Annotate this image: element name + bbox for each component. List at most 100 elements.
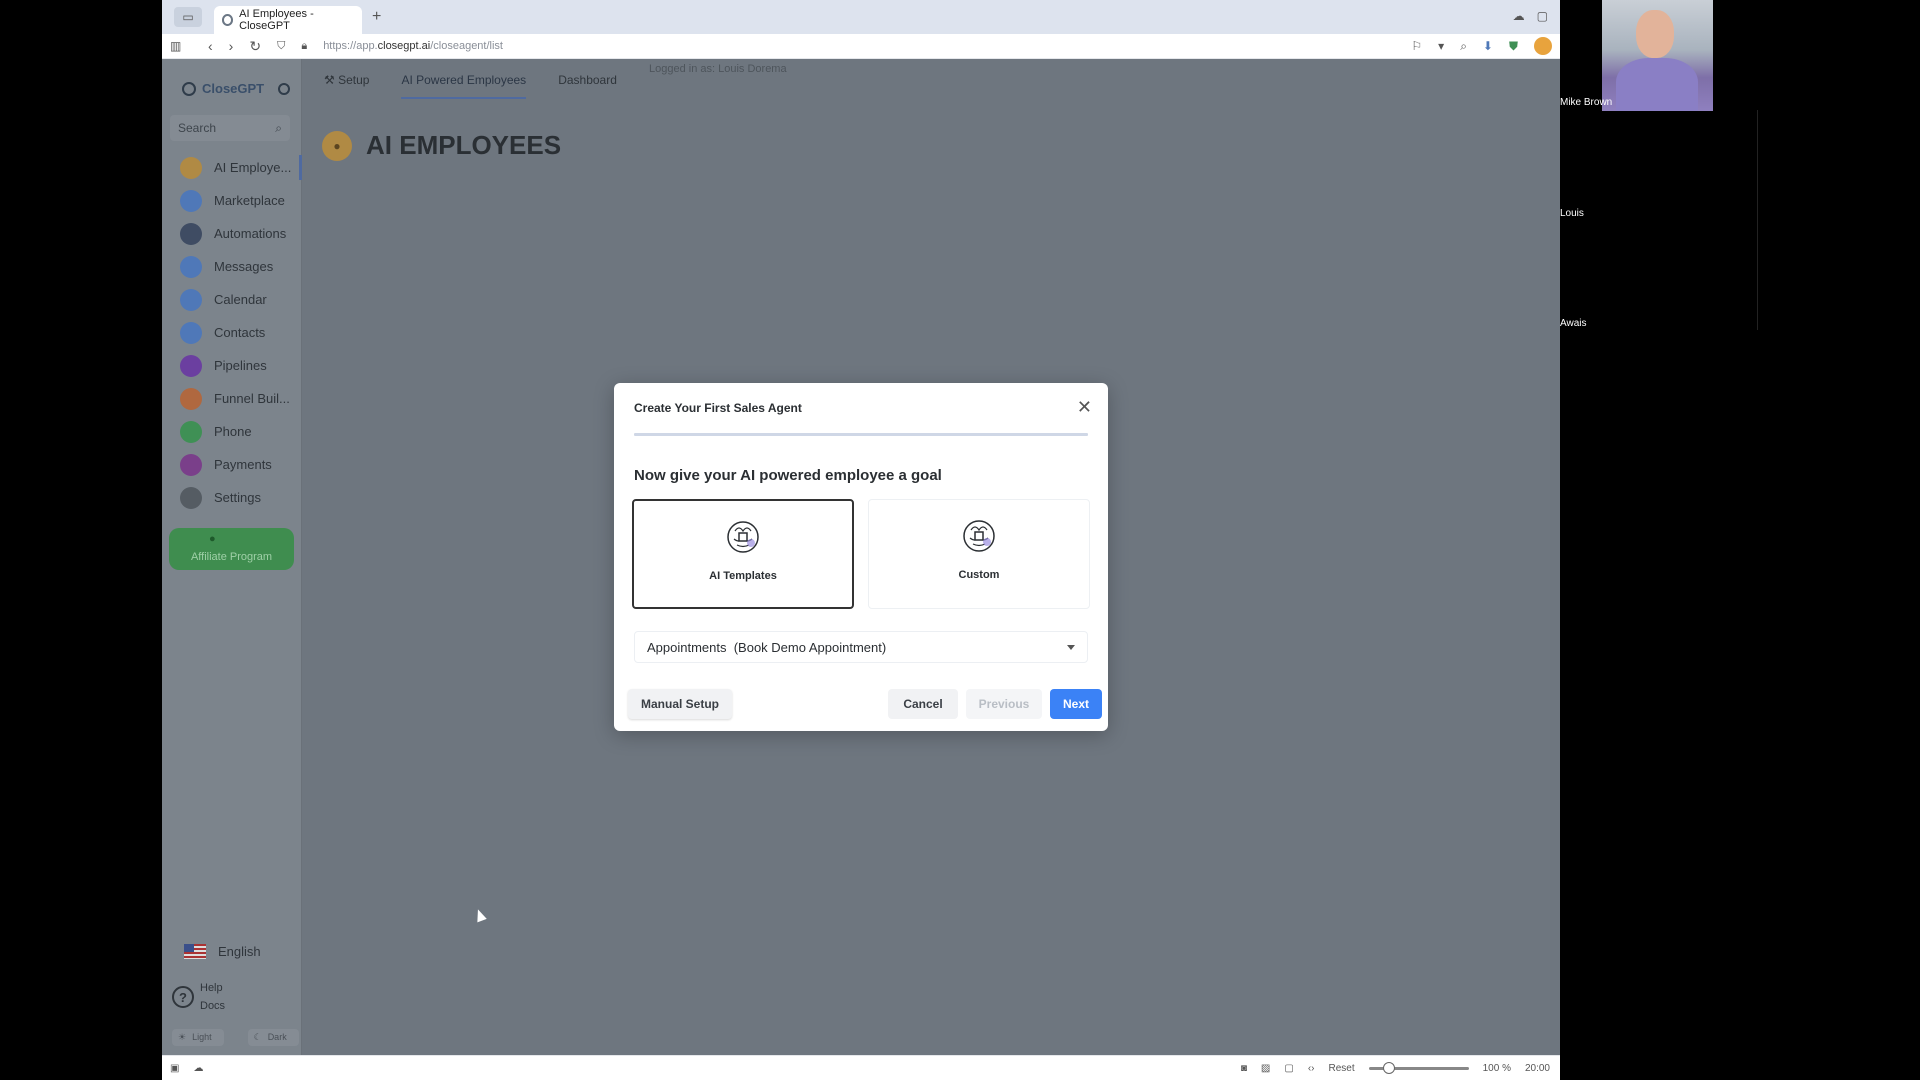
sidebar-item-5[interactable]: Contacts [162, 316, 302, 349]
dark-theme-button[interactable]: ☾ Dark [247, 1029, 299, 1046]
top-nav: ⚒ Setup AI Powered Employees Dashboard [324, 73, 617, 99]
person-body [1616, 58, 1698, 111]
message-icon [180, 255, 202, 278]
search-icon[interactable]: ⌕ [275, 121, 282, 136]
cloud-sync-icon[interactable]: ☁ [193, 1063, 203, 1074]
card-icon [180, 453, 202, 476]
tab-dashboard[interactable]: Dashboard [558, 73, 617, 99]
light-theme-button[interactable]: ☀ Light [172, 1029, 224, 1046]
sidebar-item-6[interactable]: Pipelines [162, 349, 302, 382]
url-field[interactable]: https://app.closegpt.ai/closeagent/list [323, 40, 503, 52]
sidebar-item-1[interactable]: Marketplace [162, 184, 302, 217]
url-prefix: https://app. [323, 40, 378, 52]
clock: 20:00 [1524, 1062, 1550, 1074]
back-icon[interactable]: ‹ [208, 38, 213, 54]
bookmark-icon[interactable]: ⚐ [1411, 39, 1422, 53]
settings-dot-icon[interactable] [278, 82, 291, 95]
sidebar-item-label: Automations [214, 226, 287, 241]
browser-tab[interactable]: AI Employees - CloseGPT [214, 6, 362, 34]
language-selector[interactable]: English [184, 944, 261, 959]
tab-ai-powered-employees[interactable]: AI Powered Employees [401, 73, 527, 99]
sidebar-item-2[interactable]: Automations [162, 217, 302, 250]
app-area: CloseGPT Search ⌕ AI Employe... Marketpla… [162, 59, 1560, 1055]
us-flag-icon [184, 944, 206, 959]
reload-icon[interactable]: ↻ [249, 38, 261, 55]
dollar-icon [180, 354, 202, 377]
dark-label: Dark [261, 1029, 293, 1045]
contacts-icon [180, 321, 202, 344]
modal-title: Create Your First Sales Agent [634, 401, 802, 415]
sidebar-item-0[interactable]: AI Employe... [162, 151, 302, 184]
panel-icon[interactable]: ▣ [170, 1063, 179, 1074]
status-bar: ▣ ☁ ◙ ▨ ▢ ‹› Reset 100 % 20:00 [162, 1055, 1560, 1080]
sidebar-item-label: AI Employe... [214, 160, 292, 175]
help-docs-link[interactable]: ? Help Docs [172, 979, 225, 1015]
participant-name: Louis [1560, 208, 1584, 219]
sidebar-item-8[interactable]: Phone [162, 415, 302, 448]
manual-setup-button[interactable]: Manual Setup [628, 689, 732, 719]
trash-icon[interactable]: ▢ [1537, 9, 1548, 23]
page-title-text: AI EMPLOYEES [366, 130, 562, 160]
goal-template-select[interactable]: Appointments (Book Demo Appointment) [634, 631, 1088, 663]
new-tab-button[interactable]: + [372, 8, 381, 26]
cloud-icon[interactable]: ☁ [1513, 9, 1525, 23]
search-input[interactable]: Search ⌕ [170, 115, 290, 141]
sidebar-item-label: Messages [214, 259, 274, 274]
sidebar-item-label: Marketplace [214, 193, 285, 208]
phone-icon [180, 420, 202, 443]
sidebar-item-9[interactable]: Payments [162, 448, 302, 481]
code-icon[interactable]: ‹› [1308, 1063, 1315, 1074]
custom-option[interactable]: Custom [868, 499, 1090, 609]
participant-tile [1560, 110, 1758, 220]
logo[interactable]: CloseGPT [182, 81, 291, 96]
setup-label: Setup [338, 73, 370, 87]
shield-icon[interactable]: ⛉ [277, 40, 285, 53]
image-icon[interactable]: ▨ [1261, 1063, 1270, 1074]
window-icon[interactable]: ▢ [1284, 1063, 1293, 1074]
tab-setup[interactable]: ⚒ Setup [324, 73, 369, 99]
sidebar-item-7[interactable]: Funnel Buil... [162, 382, 302, 415]
vpn-shield-icon[interactable]: ⛊ [1509, 39, 1518, 54]
ai-templates-option[interactable]: AI Templates [632, 499, 854, 609]
zoom-slider[interactable] [1368, 1061, 1469, 1074]
sidebar-toggle-icon[interactable]: ▥ [170, 39, 181, 53]
tab-title: AI Employees - CloseGPT [239, 8, 314, 32]
sidebar-item-label: Payments [214, 457, 272, 472]
progress-fill [634, 433, 1088, 436]
automation-icon [180, 222, 202, 245]
sidebar-item-4[interactable]: Calendar [162, 283, 302, 316]
close-icon[interactable]: ✕ [1077, 397, 1092, 418]
extension-icon[interactable]: ⬇ [1483, 39, 1493, 53]
cancel-button[interactable]: Cancel [888, 689, 958, 719]
favicon-icon [222, 14, 234, 26]
affiliate-program-button[interactable]: ● Affiliate Program [169, 528, 294, 570]
funnel-icon [180, 387, 202, 410]
sidebar-item-label: Funnel Buil... [214, 391, 290, 406]
brain-chip-icon [727, 521, 759, 553]
logo-text: CloseGPT [202, 81, 265, 96]
mouse-cursor [473, 907, 487, 923]
search-icon[interactable]: ⌕ [1460, 39, 1467, 54]
gift-icon: ● [209, 533, 216, 545]
lock-icon: 🔒︎ [301, 39, 308, 52]
address-right-icons: ⚐ ▾ ⌕ ⬇ ⛊ [1411, 37, 1552, 55]
next-button[interactable]: Next [1050, 689, 1102, 719]
logo-icon [182, 81, 196, 96]
zoom-reset-button[interactable]: Reset [1328, 1063, 1354, 1074]
sidebar-nav: AI Employe... Marketplace Automations Messa… [162, 151, 302, 514]
sidebar-item-10[interactable]: Settings [162, 481, 302, 514]
ai-templates-label: AI Templates [709, 570, 777, 582]
profile-avatar[interactable] [1534, 37, 1552, 55]
status-left: ▣ ☁ [170, 1063, 203, 1074]
camera-icon[interactable]: ◙ [1241, 1063, 1247, 1074]
tab-overview-icon[interactable]: ▭ [174, 7, 202, 27]
page-title: ● AI EMPLOYEES [322, 130, 561, 161]
goal-heading: Now give your AI powered employee a goal [634, 467, 942, 484]
calendar-icon [180, 288, 202, 311]
forward-icon[interactable]: › [229, 38, 234, 54]
zoom-knob[interactable] [1382, 1061, 1395, 1074]
brain-chip-icon [963, 520, 995, 552]
sidebar-item-3[interactable]: Messages [162, 250, 302, 283]
previous-button[interactable]: Previous [966, 689, 1042, 719]
dropdown-icon[interactable]: ▾ [1438, 39, 1444, 53]
